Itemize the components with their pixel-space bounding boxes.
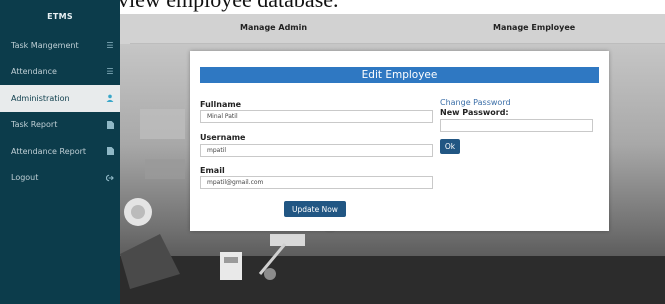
sidebar: ETMS Task Mangement ☰ Attendance ☰ Admin… — [0, 0, 120, 304]
logout-icon — [106, 174, 114, 182]
change-password-link[interactable]: Change Password — [440, 98, 511, 107]
sidebar-item-attendance-report[interactable]: Attendance Report — [0, 138, 120, 165]
header-bar — [120, 14, 665, 44]
tab-manage-employee[interactable]: Manage Employee — [493, 23, 575, 32]
ok-button[interactable]: Ok — [440, 139, 460, 154]
sidebar-item-label: Administration — [11, 93, 70, 103]
sidebar-nav: Task Mangement ☰ Attendance ☰ Administra… — [0, 32, 120, 191]
modal-title: Edit Employee — [200, 67, 599, 83]
sidebar-item-task-report[interactable]: Task Report — [0, 112, 120, 139]
sidebar-item-label: Attendance Report — [11, 146, 87, 156]
sidebar-item-label: Attendance — [11, 67, 57, 77]
username-label: Username — [200, 133, 246, 142]
sidebar-item-label: Task Report — [11, 120, 58, 130]
fullname-field[interactable]: Minal Patil — [200, 110, 433, 123]
sidebar-item-administration[interactable]: Administration — [0, 85, 120, 112]
update-now-button[interactable]: Update Now — [284, 201, 346, 217]
sidebar-item-label: Task Mangement — [11, 40, 79, 50]
email-field[interactable]: mpatil@gmail.com — [200, 176, 433, 189]
sidebar-item-logout[interactable]: Logout — [0, 165, 120, 192]
fullname-label: Fullname — [200, 100, 242, 109]
edit-employee-modal: Edit Employee Fullname Minal Patil Usern… — [190, 51, 609, 231]
sidebar-item-task-management[interactable]: Task Mangement ☰ — [0, 32, 120, 59]
new-password-field[interactable] — [440, 119, 593, 132]
sidebar-item-attendance[interactable]: Attendance ☰ — [0, 59, 120, 86]
brand-title: ETMS — [47, 11, 73, 21]
user-icon — [106, 94, 114, 103]
document-icon — [106, 120, 114, 129]
document-icon — [106, 147, 114, 156]
new-password-label: New Password: — [440, 108, 509, 117]
list-icon: ☰ — [106, 67, 114, 77]
sidebar-item-label: Logout — [11, 173, 39, 183]
list-icon: ☰ — [106, 40, 114, 50]
tab-manage-admin[interactable]: Manage Admin — [240, 23, 307, 32]
header-divider — [130, 43, 665, 44]
username-field[interactable]: mpatil — [200, 144, 433, 157]
background-document-text: view employee database. — [118, 0, 418, 13]
email-label: Email — [200, 166, 225, 175]
